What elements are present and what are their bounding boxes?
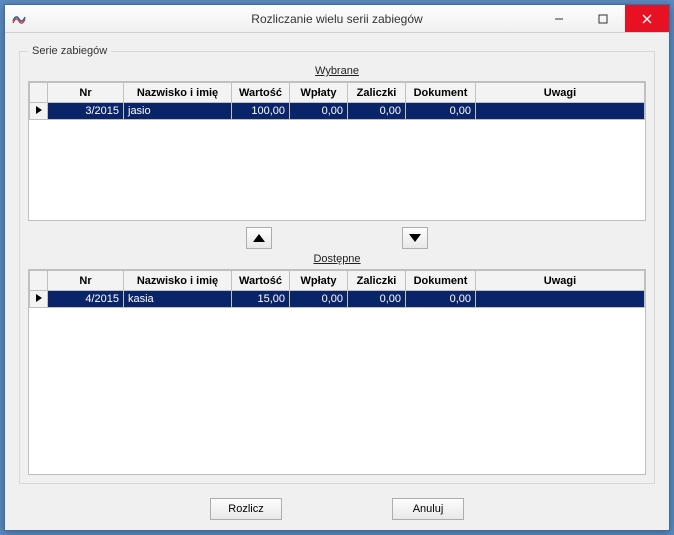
available-header-row: Nr Nazwisko i imię Wartość Wpłaty Zalicz… xyxy=(30,271,645,291)
col-value[interactable]: Wartość xyxy=(232,271,290,291)
cell-payments: 0,00 xyxy=(290,291,348,308)
cell-value: 100,00 xyxy=(232,103,290,120)
cell-advances: 0,00 xyxy=(348,291,406,308)
col-document[interactable]: Dokument xyxy=(406,271,476,291)
window-controls xyxy=(537,5,669,32)
col-advances[interactable]: Zaliczki xyxy=(348,271,406,291)
current-row-icon xyxy=(36,294,42,302)
row-indicator xyxy=(30,291,48,308)
selected-section-label: Wybrane xyxy=(28,65,646,77)
col-name[interactable]: Nazwisko i imię xyxy=(124,83,232,103)
cell-name: kasia xyxy=(124,291,232,308)
col-notes[interactable]: Uwagi xyxy=(476,83,645,103)
settle-button[interactable]: Rozlicz xyxy=(210,498,282,520)
selected-header-row: Nr Nazwisko i imię Wartość Wpłaty Zalicz… xyxy=(30,83,645,103)
cell-advances: 0,00 xyxy=(348,103,406,120)
table-row[interactable]: 4/2015 kasia 15,00 0,00 0,00 0,00 xyxy=(30,291,645,308)
cell-value: 15,00 xyxy=(232,291,290,308)
cell-notes xyxy=(476,103,645,120)
client-area: Serie zabiegów Wybrane Nr Nazwisko i imi… xyxy=(5,33,669,530)
selected-grid[interactable]: Nr Nazwisko i imię Wartość Wpłaty Zalicz… xyxy=(28,81,646,221)
current-row-icon xyxy=(36,106,42,114)
series-group: Serie zabiegów Wybrane Nr Nazwisko i imi… xyxy=(19,45,655,484)
cell-document: 0,00 xyxy=(406,103,476,120)
move-down-button[interactable] xyxy=(402,227,428,249)
table-row[interactable]: 3/2015 jasio 100,00 0,00 0,00 0,00 xyxy=(30,103,645,120)
action-buttons: Rozlicz Anuluj xyxy=(19,484,655,520)
cell-nr: 3/2015 xyxy=(48,103,124,120)
cell-name: jasio xyxy=(124,103,232,120)
col-payments[interactable]: Wpłaty xyxy=(290,83,348,103)
group-legend: Serie zabiegów xyxy=(28,45,111,57)
row-indicator xyxy=(30,103,48,120)
app-window: Rozliczanie wielu serii zabiegów Serie z… xyxy=(4,4,670,531)
col-payments[interactable]: Wpłaty xyxy=(290,271,348,291)
maximize-button[interactable] xyxy=(581,5,625,32)
triangle-down-icon xyxy=(409,234,421,242)
minimize-button[interactable] xyxy=(537,5,581,32)
cell-notes xyxy=(476,291,645,308)
col-advances[interactable]: Zaliczki xyxy=(348,83,406,103)
row-header-blank xyxy=(30,83,48,103)
col-name[interactable]: Nazwisko i imię xyxy=(124,271,232,291)
row-header-blank xyxy=(30,271,48,291)
col-value[interactable]: Wartość xyxy=(232,83,290,103)
col-notes[interactable]: Uwagi xyxy=(476,271,645,291)
cancel-button[interactable]: Anuluj xyxy=(392,498,464,520)
cell-nr: 4/2015 xyxy=(48,291,124,308)
col-nr[interactable]: Nr xyxy=(48,83,124,103)
available-section-label: Dostępne xyxy=(28,253,646,265)
col-document[interactable]: Dokument xyxy=(406,83,476,103)
app-icon xyxy=(11,11,27,27)
cell-document: 0,00 xyxy=(406,291,476,308)
close-button[interactable] xyxy=(625,5,669,32)
cell-payments: 0,00 xyxy=(290,103,348,120)
move-up-button[interactable] xyxy=(246,227,272,249)
col-nr[interactable]: Nr xyxy=(48,271,124,291)
triangle-up-icon xyxy=(253,234,265,242)
available-grid[interactable]: Nr Nazwisko i imię Wartość Wpłaty Zalicz… xyxy=(28,269,646,475)
titlebar[interactable]: Rozliczanie wielu serii zabiegów xyxy=(5,5,669,33)
move-controls xyxy=(28,221,646,251)
